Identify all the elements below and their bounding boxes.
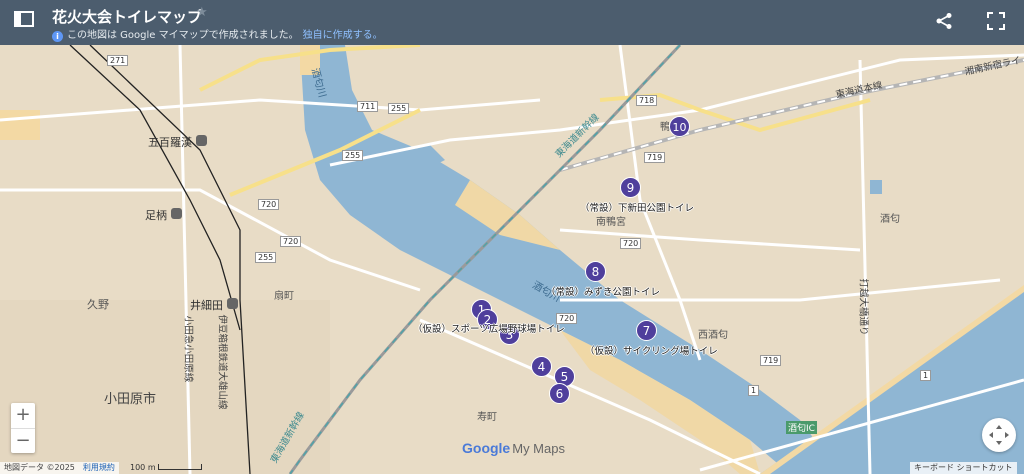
route-shield: 718 — [636, 95, 658, 106]
place-label: 酒匂 — [880, 214, 900, 225]
marker-label-7: （仮設）サイクリング場トイレ — [585, 346, 718, 357]
route-shield: 255 — [255, 252, 277, 263]
attribution: 地図データ ©2025 利用規約 — [0, 462, 119, 474]
place-label: 小田原市 — [104, 392, 157, 407]
map-title: 花火大会トイレマップ — [52, 8, 203, 26]
place-label: 南鴨宮 — [596, 217, 626, 228]
sidebar-toggle-icon[interactable] — [14, 11, 34, 27]
route-shield: 255 — [342, 150, 364, 161]
info-text: この地図は Google マイマップで作成されました。 — [67, 30, 299, 41]
place-label: 足柄 — [145, 209, 167, 222]
toilet-marker-9[interactable]: 9 — [620, 177, 641, 198]
zoom-out-button[interactable]: − — [11, 429, 35, 454]
toilet-marker-8[interactable]: 8 — [585, 261, 606, 282]
scale-label: 100 m — [130, 463, 156, 472]
route-shield: 1 — [920, 370, 932, 381]
place-label: 井細田 — [190, 299, 223, 312]
route-shield: 719 — [760, 355, 782, 366]
rail-label: 伊豆箱根鉄道大雄山線 — [216, 314, 228, 410]
zoom-control: + − — [11, 403, 35, 453]
place-label: 五百羅漢 — [148, 136, 192, 149]
header-bar: 花火大会トイレマップ ★ i この地図は Google マイマップで作成されました… — [0, 0, 1024, 45]
station-icon — [196, 135, 207, 146]
location-button[interactable] — [982, 418, 1016, 452]
route-shield: 711 — [357, 101, 379, 112]
toilet-marker-7[interactable]: 7 — [636, 320, 657, 341]
road-label: 打越大橋通り — [857, 278, 869, 336]
terms-link[interactable]: 利用規約 — [83, 463, 115, 472]
marker-label-8: （常設）みずき公園トイレ — [546, 287, 661, 298]
place-label: 久野 — [87, 298, 109, 311]
move-icon — [989, 425, 1009, 445]
route-shield: 271 — [107, 55, 129, 66]
marker-label-9: （常設）下新田公園トイレ — [580, 203, 695, 214]
place-label: 寿町 — [477, 412, 497, 423]
scale-bar — [158, 464, 202, 470]
fullscreen-icon[interactable] — [987, 12, 1005, 30]
route-shield: 720 — [620, 238, 642, 249]
place-label: 扇町 — [274, 291, 294, 302]
route-shield: 719 — [644, 152, 666, 163]
share-icon[interactable] — [935, 12, 953, 30]
map-data-credit: 地図データ ©2025 — [4, 463, 75, 472]
route-shield: 720 — [258, 199, 280, 210]
ic-label: 酒匂IC — [786, 421, 817, 434]
star-icon[interactable]: ★ — [196, 5, 208, 20]
keyboard-shortcuts-link[interactable]: キーボード ショートカット — [910, 462, 1017, 474]
route-shield: 720 — [280, 236, 302, 247]
station-icon — [171, 208, 182, 219]
place-label: 西酒匂 — [698, 330, 728, 341]
info-line: i この地図は Google マイマップで作成されました。 独自に作成する。 — [52, 26, 383, 42]
route-shield: 1 — [748, 385, 760, 396]
route-shield: 255 — [388, 103, 410, 114]
station-icon — [227, 298, 238, 309]
marker-label-3: （仮設）スポーツ広場野球場トイレ — [413, 324, 565, 335]
info-icon: i — [52, 31, 63, 42]
toilet-marker-4[interactable]: 4 — [531, 356, 552, 377]
google-logo: Google My Maps — [462, 440, 565, 456]
toilet-marker-6[interactable]: 6 — [549, 383, 570, 404]
zoom-in-button[interactable]: + — [11, 403, 35, 428]
toilet-marker-10[interactable]: 10 — [669, 116, 690, 137]
create-link[interactable]: 独自に作成する。 — [303, 30, 383, 41]
rail-label: 小田急小田原線 — [182, 315, 194, 383]
